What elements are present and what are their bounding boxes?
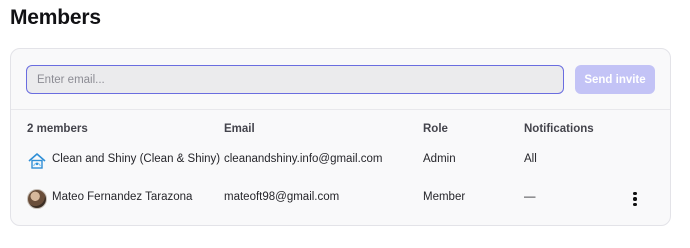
invite-bar: Send invite <box>11 49 670 110</box>
invite-email-input[interactable] <box>26 65 564 94</box>
member-notifications: — <box>524 191 536 203</box>
member-role: Admin <box>423 153 456 165</box>
role-column-header: Role <box>423 123 448 135</box>
members-card: Send invite 2 members Email Role Notific… <box>10 48 671 226</box>
member-name: Clean and Shiny (Clean & Shiny) <box>52 153 221 165</box>
more-vertical-icon-dot <box>633 202 637 207</box>
member-role: Member <box>423 191 466 203</box>
send-invite-button[interactable]: Send invite <box>575 65 655 94</box>
member-name: Mateo Fernandez Tarazona <box>52 191 193 203</box>
member-email: mateoft98@gmail.com <box>224 191 340 203</box>
more-vertical-icon <box>633 191 637 196</box>
more-options-button[interactable] <box>628 189 642 209</box>
member-count-header: 2 members <box>27 123 88 135</box>
page-title: Members <box>10 6 101 29</box>
member-email: cleanandshiny.info@gmail.com <box>224 153 383 165</box>
member-notifications: All <box>524 153 537 165</box>
avatar <box>27 189 47 209</box>
notifications-column-header: Notifications <box>524 123 594 135</box>
email-column-header: Email <box>224 123 255 135</box>
house-logo-icon <box>27 151 47 171</box>
person-photo-icon <box>27 189 47 209</box>
more-vertical-icon-dot <box>633 197 637 201</box>
